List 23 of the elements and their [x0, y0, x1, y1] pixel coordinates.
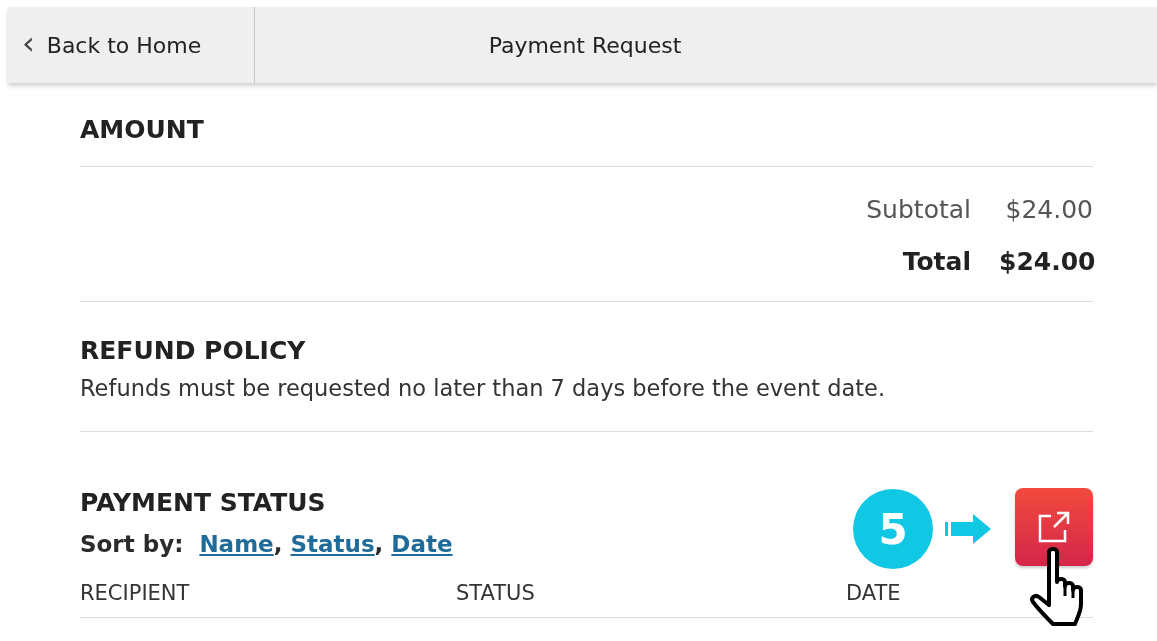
section-heading: PAYMENT STATUS [80, 488, 327, 517]
subtotal-label: Subtotal [866, 194, 971, 224]
arrow-icon [945, 512, 993, 546]
external-link-button[interactable] [1015, 488, 1093, 566]
sort-link[interactable]: Date [391, 531, 453, 557]
total-value: $24.00 [999, 246, 1093, 276]
sort-label: Sort by: [80, 531, 184, 557]
policy-text: Refunds must be requested no later than 7 days before the event date. [80, 375, 887, 401]
step-badge: 5 [853, 489, 933, 569]
section-heading: AMOUNT [80, 83, 1093, 167]
external-link-icon [1037, 510, 1071, 544]
sort-link[interactable]: Status [290, 531, 375, 557]
separator: , [374, 531, 384, 557]
column-header: RECIPIENT [80, 581, 191, 605]
section-heading: REFUND POLICY [80, 336, 307, 365]
page-title: Payment Request [487, 32, 683, 58]
back-button[interactable]: ‹ Back to Home [8, 7, 255, 83]
subtotal-value: $24.00 [1004, 194, 1093, 224]
column-header: STATUS [456, 581, 536, 605]
total-label: Total [902, 246, 971, 276]
sort-link[interactable]: Name [199, 531, 274, 557]
separator: , [273, 531, 283, 557]
column-header: DATE [846, 581, 902, 605]
